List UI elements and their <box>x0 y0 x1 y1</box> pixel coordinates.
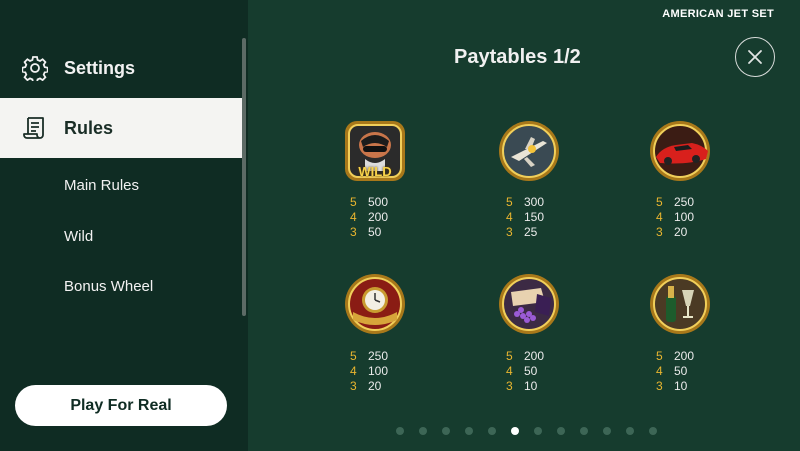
pay-count: 3 <box>656 225 663 239</box>
close-icon <box>747 49 763 65</box>
pay-count: 4 <box>506 210 513 224</box>
pay-count: 4 <box>350 210 357 224</box>
pay-amount: 50 <box>368 225 382 239</box>
close-button[interactable] <box>735 37 775 77</box>
pay-count: 3 <box>506 379 513 393</box>
pay-count: 5 <box>350 195 357 209</box>
pagination-dot[interactable] <box>511 427 519 435</box>
pay-count: 3 <box>350 379 357 393</box>
pay-count: 4 <box>656 364 663 378</box>
pagination-dots <box>396 427 657 435</box>
pay-count: 5 <box>350 349 357 363</box>
pay-amount: 50 <box>524 364 538 378</box>
purse-jewels-symbol-icon <box>497 272 561 336</box>
pay-row: 5 250 <box>656 195 694 210</box>
pagination-dot[interactable] <box>626 427 634 435</box>
pay-row: 4 150 <box>506 210 544 225</box>
pay-count: 3 <box>506 225 513 239</box>
pay-amount: 50 <box>674 364 688 378</box>
wild-symbol-icon: WILD <box>343 119 407 183</box>
pay-count: 3 <box>350 225 357 239</box>
sidebar-scrollbar[interactable] <box>242 38 246 316</box>
sidebar-item-settings-label: Settings <box>64 57 136 78</box>
pay-row: 5 500 <box>350 195 388 210</box>
pay-amount: 200 <box>524 349 545 363</box>
pay-amount: 10 <box>524 379 538 393</box>
pay-row: 4 100 <box>350 364 388 379</box>
jet-symbol-icon <box>497 119 561 183</box>
pay-count: 5 <box>506 195 513 209</box>
page-title: Paytables 1/2 <box>454 46 581 68</box>
paytable-gold-watch: 5 250 4 100 3 20 <box>350 349 388 394</box>
pagination-dot[interactable] <box>442 427 450 435</box>
pay-amount: 100 <box>674 210 695 224</box>
pay-row: 3 20 <box>656 225 694 240</box>
play-for-real-button[interactable]: Play For Real <box>15 385 227 426</box>
pay-row: 4 100 <box>656 210 694 225</box>
pay-amount: 200 <box>368 210 389 224</box>
pagination-dot[interactable] <box>534 427 542 435</box>
pay-amount: 200 <box>674 349 695 363</box>
paytable-purse-jewels: 5 200 4 50 3 10 <box>506 349 544 394</box>
pay-amount: 300 <box>524 195 545 209</box>
pay-count: 5 <box>506 349 513 363</box>
pay-amount: 20 <box>674 225 688 239</box>
pay-row: 3 10 <box>506 379 544 394</box>
paytable-wild: 5 500 4 200 3 50 <box>350 195 388 240</box>
pay-row: 5 200 <box>656 349 694 364</box>
rules-scroll-icon <box>22 115 48 141</box>
wild-badge: WILD <box>358 164 392 179</box>
pay-row: 5 200 <box>506 349 544 364</box>
pay-amount: 20 <box>368 379 382 393</box>
pagination-dot[interactable] <box>603 427 611 435</box>
pay-row: 3 20 <box>350 379 388 394</box>
pay-count: 4 <box>656 210 663 224</box>
pagination-dot[interactable] <box>396 427 404 435</box>
gear-icon <box>22 55 48 81</box>
pay-amount: 100 <box>368 364 389 378</box>
paytable-champagne: 5 200 4 50 3 10 <box>656 349 694 394</box>
pay-row: 5 250 <box>350 349 388 364</box>
pay-row: 4 200 <box>350 210 388 225</box>
pay-row: 3 10 <box>656 379 694 394</box>
pay-amount: 25 <box>524 225 538 239</box>
brand-logo: AMERICAN JET SET <box>662 8 774 20</box>
paytable-jet: 5 300 4 150 3 25 <box>506 195 544 240</box>
pay-amount: 250 <box>674 195 695 209</box>
pay-amount: 150 <box>524 210 545 224</box>
sidebar: Settings Rules Main Rules Wild Bonus Whe… <box>0 0 248 451</box>
pagination-dot[interactable] <box>557 427 565 435</box>
pay-count: 3 <box>656 379 663 393</box>
sidebar-subitem-main-rules[interactable]: Main Rules <box>64 177 139 194</box>
pay-count: 5 <box>656 349 663 363</box>
pay-row: 3 50 <box>350 225 388 240</box>
sidebar-subitem-bonus-wheel[interactable]: Bonus Wheel <box>64 278 153 295</box>
sports-car-symbol-icon <box>648 119 712 183</box>
gold-watch-symbol-icon <box>343 272 407 336</box>
pay-amount: 10 <box>674 379 688 393</box>
pay-count: 5 <box>656 195 663 209</box>
pagination-dot[interactable] <box>649 427 657 435</box>
sidebar-item-settings[interactable]: Settings <box>0 48 242 88</box>
pagination-dot[interactable] <box>488 427 496 435</box>
pagination-dot[interactable] <box>580 427 588 435</box>
paytable-sports-car: 5 250 4 100 3 20 <box>656 195 694 240</box>
pay-amount: 250 <box>368 349 389 363</box>
pay-row: 4 50 <box>506 364 544 379</box>
pay-row: 3 25 <box>506 225 544 240</box>
pagination-dot[interactable] <box>419 427 427 435</box>
pay-row: 4 50 <box>656 364 694 379</box>
champagne-symbol-icon <box>648 272 712 336</box>
pay-count: 4 <box>506 364 513 378</box>
pay-amount: 500 <box>368 195 389 209</box>
sidebar-item-rules[interactable]: Rules <box>0 98 242 158</box>
sidebar-subitem-wild[interactable]: Wild <box>64 228 93 245</box>
pay-row: 5 300 <box>506 195 544 210</box>
pagination-dot[interactable] <box>465 427 473 435</box>
pay-count: 4 <box>350 364 357 378</box>
sidebar-item-rules-label: Rules <box>64 117 114 138</box>
